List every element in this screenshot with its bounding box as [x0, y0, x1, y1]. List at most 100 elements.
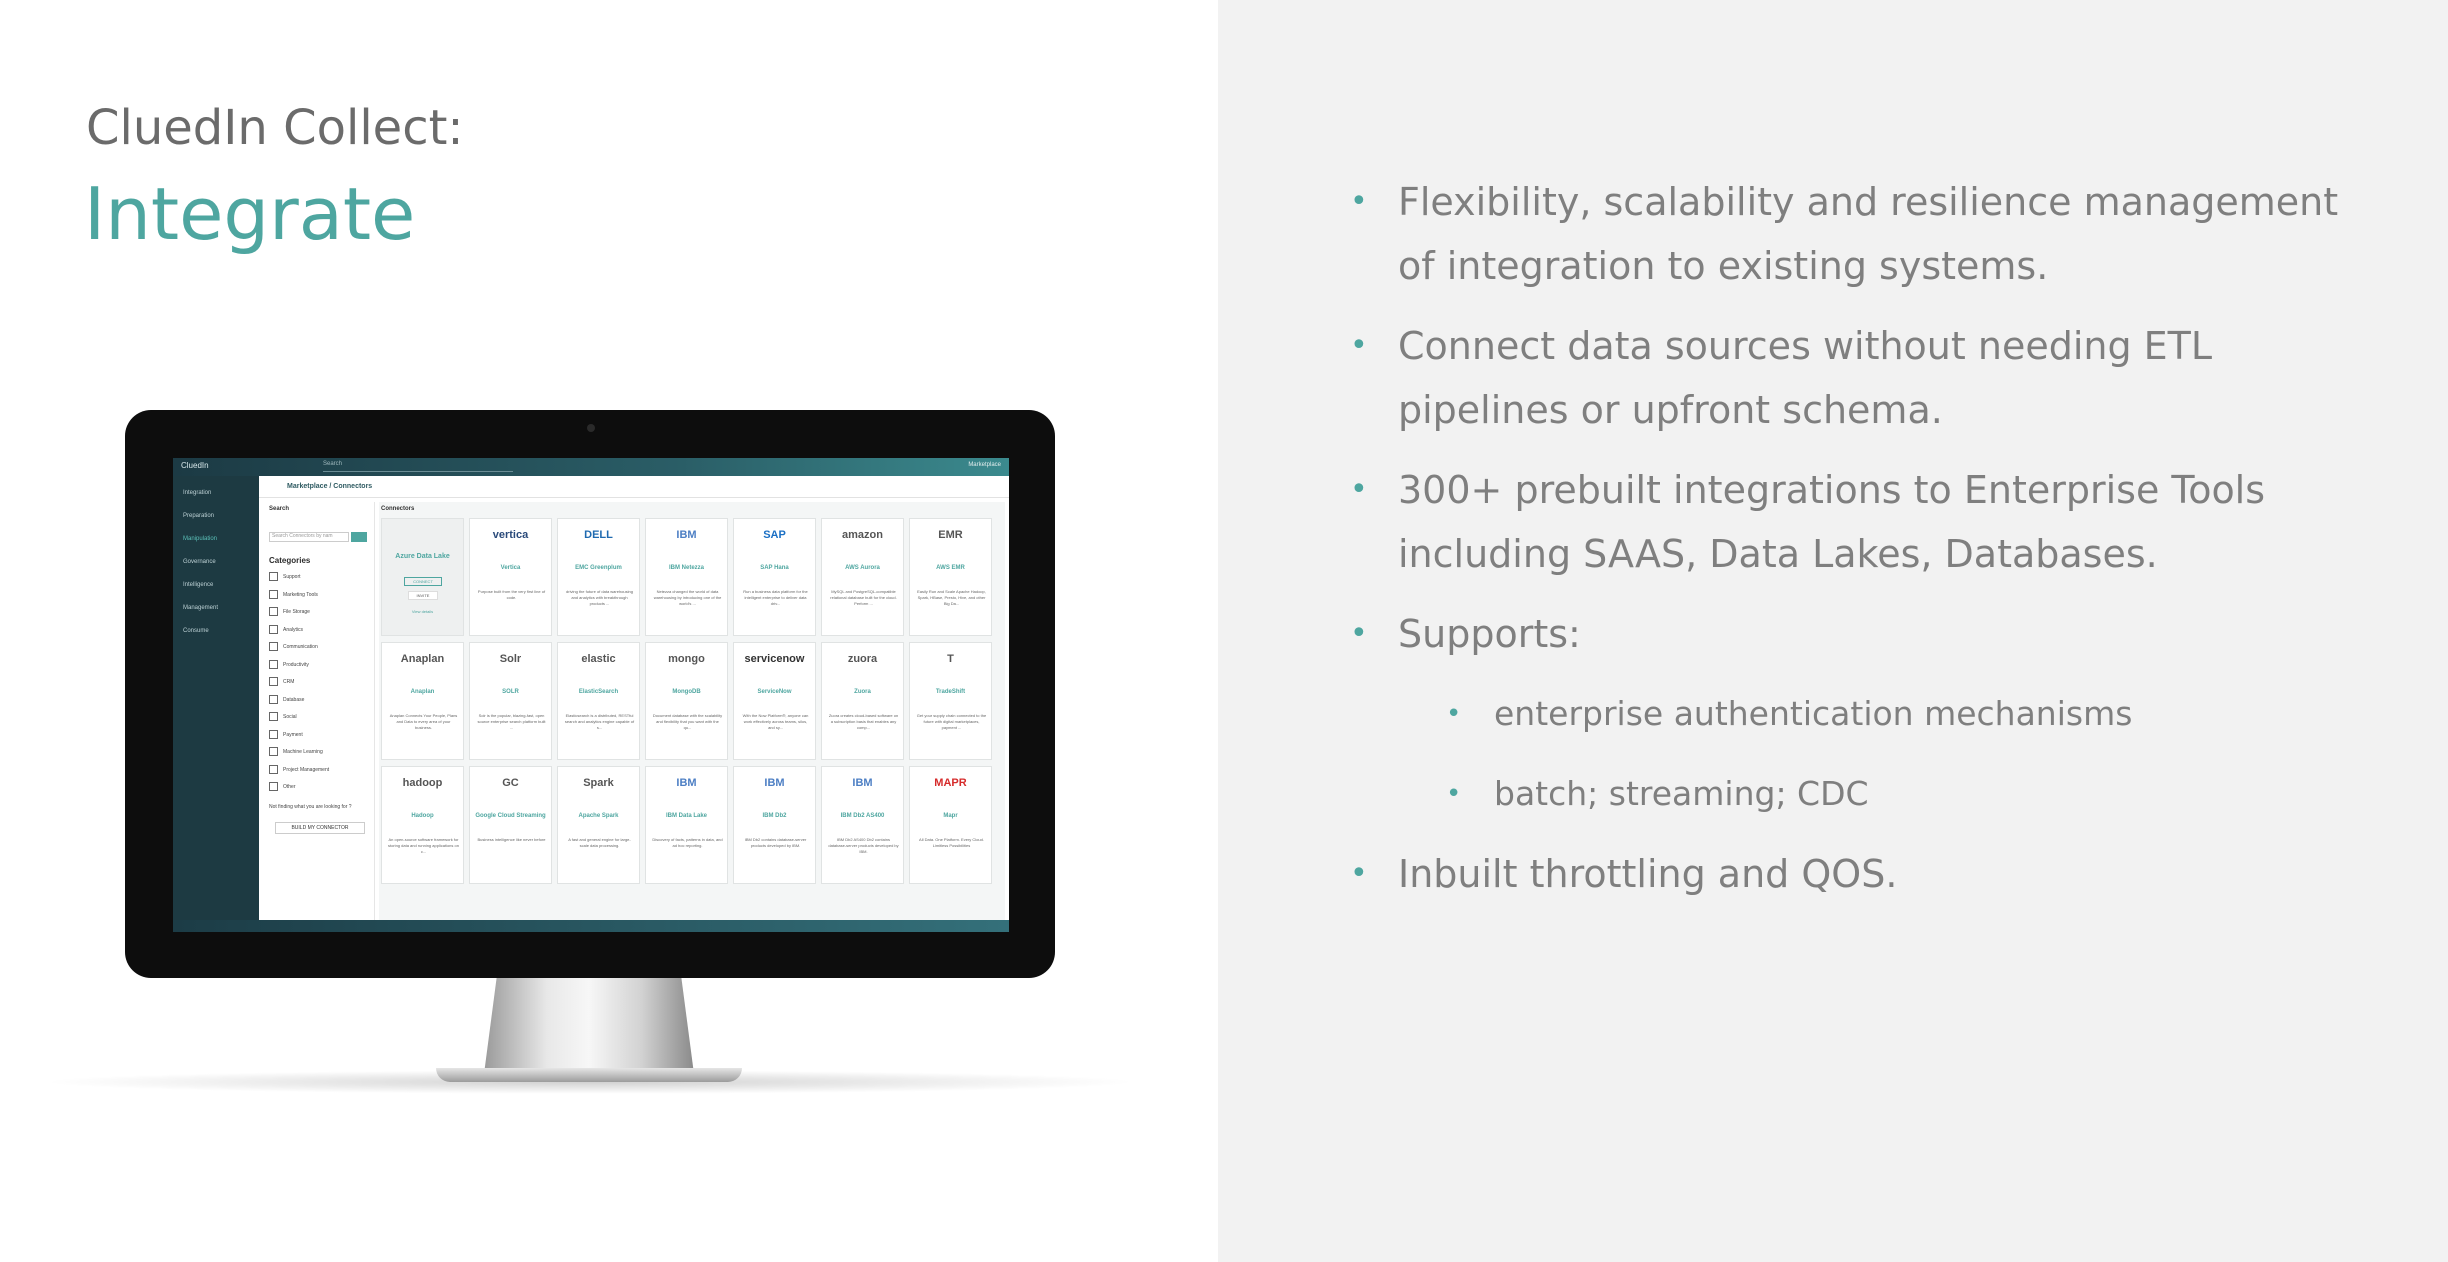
connector-logo: servicenow: [744, 653, 805, 665]
category-checkbox[interactable]: CRM: [269, 677, 294, 686]
connector-card[interactable]: IBM IBM Db2 AS400 IBM Db2 AS400 Db2 contai…: [821, 766, 904, 884]
category-checkbox[interactable]: Other: [269, 782, 296, 791]
sidebar-item[interactable]: Integration: [183, 490, 211, 496]
connector-card[interactable]: IBM IBM Data Lake Discovery of facts, patt…: [645, 766, 728, 884]
connector-card[interactable]: Anaplan Anaplan Anaplan Connects Your Peop…: [381, 642, 464, 760]
category-checkbox[interactable]: Communication: [269, 642, 318, 651]
connector-logo: IBM: [676, 777, 697, 789]
build-connector-button[interactable]: BUILD MY CONNECTOR: [275, 822, 365, 834]
categories-heading: Categories: [269, 556, 311, 565]
category-checkbox[interactable]: Analytics: [269, 625, 303, 634]
connector-logo: MAPR: [934, 777, 967, 789]
connector-card[interactable]: vertica Vertica Purpose built from the ver…: [469, 518, 552, 636]
connector-description: Discovery of facts, patterns in data, an…: [652, 837, 723, 848]
connector-card[interactable]: amazon AWS Aurora MySQL and PostgreSQL-com…: [821, 518, 904, 636]
app-logo: CluedIn: [181, 461, 209, 470]
bullet-item: Flexibility, scalability and resilience …: [1350, 170, 2370, 298]
connector-card[interactable]: elastic ElasticSearch Elasticsearch is a d…: [557, 642, 640, 760]
app-sidebar: Integration Preparation Manipulation Govern…: [173, 476, 259, 932]
view-details-link[interactable]: View details: [382, 609, 463, 614]
connector-description: Purpose built from the very first line o…: [477, 589, 546, 600]
connector-name: IBM Db2: [762, 813, 787, 819]
connector-description: Get your supply chain connected to the f…: [916, 713, 987, 730]
connector-card[interactable]: DELL EMC Greenplum driving the future of d…: [557, 518, 640, 636]
connector-logo: zuora: [847, 653, 878, 665]
connector-logo: Spark: [583, 777, 614, 789]
connector-search-button[interactable]: [351, 532, 367, 542]
app-topbar: CluedIn Search Marketplace: [173, 458, 1009, 476]
connector-card[interactable]: MAPR Mapr All Data. One Platform. Every Cl…: [909, 766, 992, 884]
sidebar-item[interactable]: Preparation: [183, 513, 214, 519]
connector-description: driving the future of data warehousing a…: [566, 589, 633, 606]
breadcrumb: Marketplace / Connectors: [259, 476, 1009, 498]
connector-description: IBM Db2 contains database-server product…: [744, 837, 807, 848]
connector-search-input[interactable]: Search Connectors by nam: [269, 532, 349, 542]
category-checkbox[interactable]: Machine Learning: [269, 747, 323, 756]
connector-card[interactable]: IBM IBM Netezza Netezza changed the world …: [645, 518, 728, 636]
connector-logo: amazon: [842, 529, 883, 541]
invite-button[interactable]: INVITE: [408, 591, 438, 600]
connector-description: Elasticsearch is a distributed, RESTful …: [564, 713, 635, 730]
connector-logo: EMR: [938, 529, 963, 541]
connector-logo: GC: [502, 777, 519, 789]
connector-card[interactable]: EMR AWS EMR Easily Run and Scale Apache Ha…: [909, 518, 992, 636]
sidebar-item[interactable]: Consume: [183, 628, 209, 634]
connector-name: SOLR: [502, 689, 519, 695]
connector-name: Hadoop: [411, 813, 434, 819]
connector-description: Solr is the popular, blazing-fast, open …: [477, 713, 546, 730]
connector-name: EMC Greenplum: [575, 565, 622, 571]
bullet-item: Inbuilt throttling and QOS.: [1350, 842, 2370, 906]
filter-panel: Search Search Connectors by nam Categori…: [263, 502, 375, 926]
connector-description: MySQL and PostgreSQL-compatible relation…: [830, 589, 897, 606]
connector-description: All Data. One Platform. Every Cloud. Lim…: [919, 837, 984, 848]
category-checkbox[interactable]: Payment: [269, 730, 303, 739]
sidebar-item[interactable]: Governance: [183, 559, 216, 565]
category-checkbox[interactable]: Marketing Tools: [269, 590, 318, 599]
connector-card[interactable]: hadoop Hadoop An open-source software fram…: [381, 766, 464, 884]
sidebar-item[interactable]: Manipulation: [183, 536, 217, 542]
connector-logo: Anaplan: [400, 653, 445, 665]
bullet-item: Connect data sources without needing ETL…: [1350, 314, 2370, 442]
connector-name: IBM Netezza: [668, 565, 704, 571]
connector-card[interactable]: servicenow ServiceNow With the Now Platfor…: [733, 642, 816, 760]
connector-description: A fast and general engine for large-scal…: [568, 837, 631, 848]
connector-card[interactable]: SAP SAP Hana Run a business data platform …: [733, 518, 816, 636]
connector-name: Apache Spark: [578, 813, 619, 819]
connector-description: Zuora creates cloud-based software on a …: [828, 713, 899, 730]
slide-subtitle: CluedIn Collect:: [86, 100, 464, 156]
app-screenshot: CluedIn Search Marketplace Integration Pr…: [173, 458, 1009, 932]
connector-logo: T: [947, 653, 954, 665]
bullet-item: 300+ prebuilt integrations to Enterprise…: [1350, 458, 2370, 586]
app-search-input[interactable]: Search: [323, 461, 513, 472]
connector-card[interactable]: zuora Zuora Zuora creates cloud-based soft…: [821, 642, 904, 760]
connector-card[interactable]: Azure Data Lake CONNECT INVITE View details: [381, 518, 464, 636]
connector-logo: vertica: [492, 529, 529, 541]
sidebar-item[interactable]: Intelligence: [183, 582, 213, 588]
connector-card[interactable]: T TradeShift Get your supply chain connect…: [909, 642, 992, 760]
connector-card[interactable]: Spark Apache Spark A fast and general engi…: [557, 766, 640, 884]
sidebar-item[interactable]: Management: [183, 605, 218, 611]
category-checkbox[interactable]: Project Management: [269, 765, 329, 774]
connector-name: Anaplan: [410, 689, 435, 695]
bullet-item: Supports:: [1350, 602, 2370, 666]
slide-title: Integrate: [84, 172, 416, 256]
connector-logo: IBM: [852, 777, 873, 789]
connector-description: Run a business data platform for the int…: [743, 589, 808, 606]
sub-bullet-item: batch; streaming; CDC: [1350, 762, 2370, 826]
connector-card[interactable]: IBM IBM Db2 IBM Db2 contains database-serv…: [733, 766, 816, 884]
connector-card[interactable]: GC Google Cloud Streaming Business intelli…: [469, 766, 552, 884]
camera-dot: [587, 424, 595, 432]
app-top-right[interactable]: Marketplace: [968, 462, 1001, 468]
category-checkbox[interactable]: Database: [269, 695, 304, 704]
category-checkbox[interactable]: Support: [269, 572, 301, 581]
category-checkbox[interactable]: Social: [269, 712, 297, 721]
connect-button[interactable]: CONNECT: [404, 577, 442, 586]
connector-name: AWS EMR: [936, 565, 965, 571]
category-checkbox[interactable]: File Storage: [269, 607, 310, 616]
connector-card[interactable]: Solr SOLR Solr is the popular, blazing-fas…: [469, 642, 552, 760]
category-checkbox[interactable]: Productivity: [269, 660, 309, 669]
connector-card[interactable]: mongo MongoDB Document database with the s…: [645, 642, 728, 760]
monitor-stand: [484, 978, 694, 1074]
connector-logo: hadoop: [402, 777, 443, 789]
connector-name: Mapr: [943, 813, 958, 819]
